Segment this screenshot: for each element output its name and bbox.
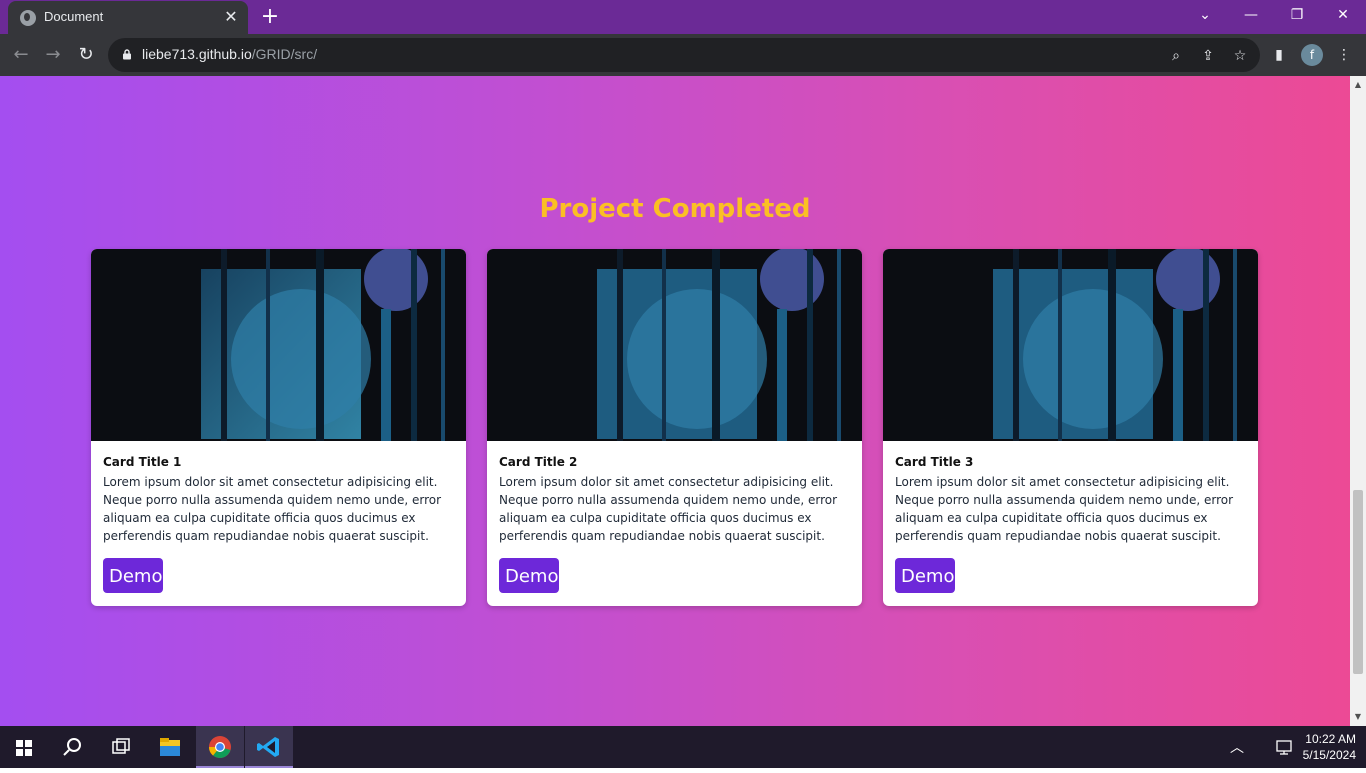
tab-search-icon[interactable]: ⌄ (1182, 0, 1228, 34)
system-clock[interactable]: 10:22 AM 5/15/2024 (1303, 731, 1356, 763)
clock-time: 10:22 AM (1305, 732, 1356, 746)
page-title: Project Completed (539, 194, 811, 224)
taskbar-search-button[interactable] (48, 726, 96, 768)
project-card: Card Title 1 Lorem ipsum dolor sit amet … (91, 249, 466, 606)
start-icon (16, 740, 32, 756)
vscode-taskbar-button[interactable] (245, 726, 293, 768)
card-text: Lorem ipsum dolor sit amet consectetur a… (103, 475, 442, 543)
forward-button[interactable]: → (40, 42, 66, 68)
file-explorer-icon (160, 738, 180, 756)
scroll-up-arrow-icon[interactable]: ▲ (1350, 78, 1366, 92)
page-scrollbar[interactable]: ▲ ▼ (1350, 76, 1366, 726)
bookmark-star-icon[interactable]: ☆ (1230, 46, 1250, 66)
back-button[interactable]: ← (8, 42, 34, 68)
page-viewport: Project Completed Card Title 1 Lorem ips… (0, 76, 1350, 726)
address-bar[interactable]: liebe713.github.io/GRID/src/ ⌕ ⇪ ☆ (108, 38, 1260, 72)
search-icon (63, 738, 81, 756)
zoom-icon[interactable]: ⌕ (1166, 46, 1186, 66)
network-icon[interactable] (1272, 726, 1298, 768)
url-text: liebe713.github.io/GRID/src/ (142, 46, 317, 62)
network-icon-glyph (1276, 740, 1292, 755)
project-card: Card Title 3 Lorem ipsum dolor sit amet … (883, 249, 1258, 606)
chrome-icon (208, 736, 231, 758)
browser-toolbar: ← → ↻ liebe713.github.io/GRID/src/ ⌕ ⇪ ☆… (0, 34, 1366, 76)
vscode-icon (257, 737, 279, 757)
card-text: Lorem ipsum dolor sit amet consectetur a… (499, 475, 838, 543)
close-window-button[interactable]: ✕ (1320, 0, 1366, 34)
globe-icon (20, 10, 36, 26)
browser-titlebar: Document ✕ + ⌄ — ❐ ✕ (0, 0, 1366, 34)
card-image (487, 249, 862, 441)
demo-button[interactable]: Demo (103, 558, 163, 593)
chrome-taskbar-button[interactable] (196, 726, 244, 768)
card-image (91, 249, 466, 441)
task-view-button[interactable] (96, 726, 144, 768)
share-icon[interactable]: ⇪ (1198, 46, 1218, 66)
show-hidden-icons-chevron-icon[interactable]: ︿ (1226, 726, 1248, 768)
task-view-icon (112, 738, 130, 754)
minimize-button[interactable]: — (1228, 0, 1274, 34)
demo-button[interactable]: Demo (499, 558, 559, 593)
windows-taskbar: ︿ 10:22 AM 5/15/2024 (0, 726, 1366, 768)
restore-button[interactable]: ❐ (1274, 0, 1320, 34)
reload-button[interactable]: ↻ (73, 42, 99, 68)
card-image (883, 249, 1258, 441)
file-explorer-button[interactable] (146, 726, 194, 768)
clock-date: 5/15/2024 (1302, 748, 1356, 762)
tab-title: Document (44, 9, 104, 24)
scrollbar-thumb[interactable] (1353, 490, 1363, 674)
url-host: liebe713.github.io (142, 46, 252, 62)
card-title: Card Title 1 (103, 455, 182, 469)
lock-icon (123, 49, 131, 60)
profile-avatar[interactable]: f (1301, 44, 1323, 66)
scroll-down-arrow-icon[interactable]: ▼ (1350, 710, 1366, 724)
url-path: /GRID/src/ (251, 46, 318, 62)
demo-button[interactable]: Demo (895, 558, 955, 593)
project-card: Card Title 2 Lorem ipsum dolor sit amet … (487, 249, 862, 606)
card-text: Lorem ipsum dolor sit amet consectetur a… (895, 475, 1234, 543)
browser-tab[interactable]: Document ✕ (8, 1, 248, 34)
card-title: Card Title 2 (499, 455, 578, 469)
close-tab-icon[interactable]: ✕ (222, 8, 240, 26)
start-button[interactable] (0, 726, 48, 768)
menu-kebab-icon[interactable]: ⋮ (1333, 44, 1355, 66)
new-tab-button[interactable]: + (258, 5, 282, 29)
card-title: Card Title 3 (895, 455, 974, 469)
side-panel-icon[interactable]: ▮ (1268, 44, 1290, 66)
